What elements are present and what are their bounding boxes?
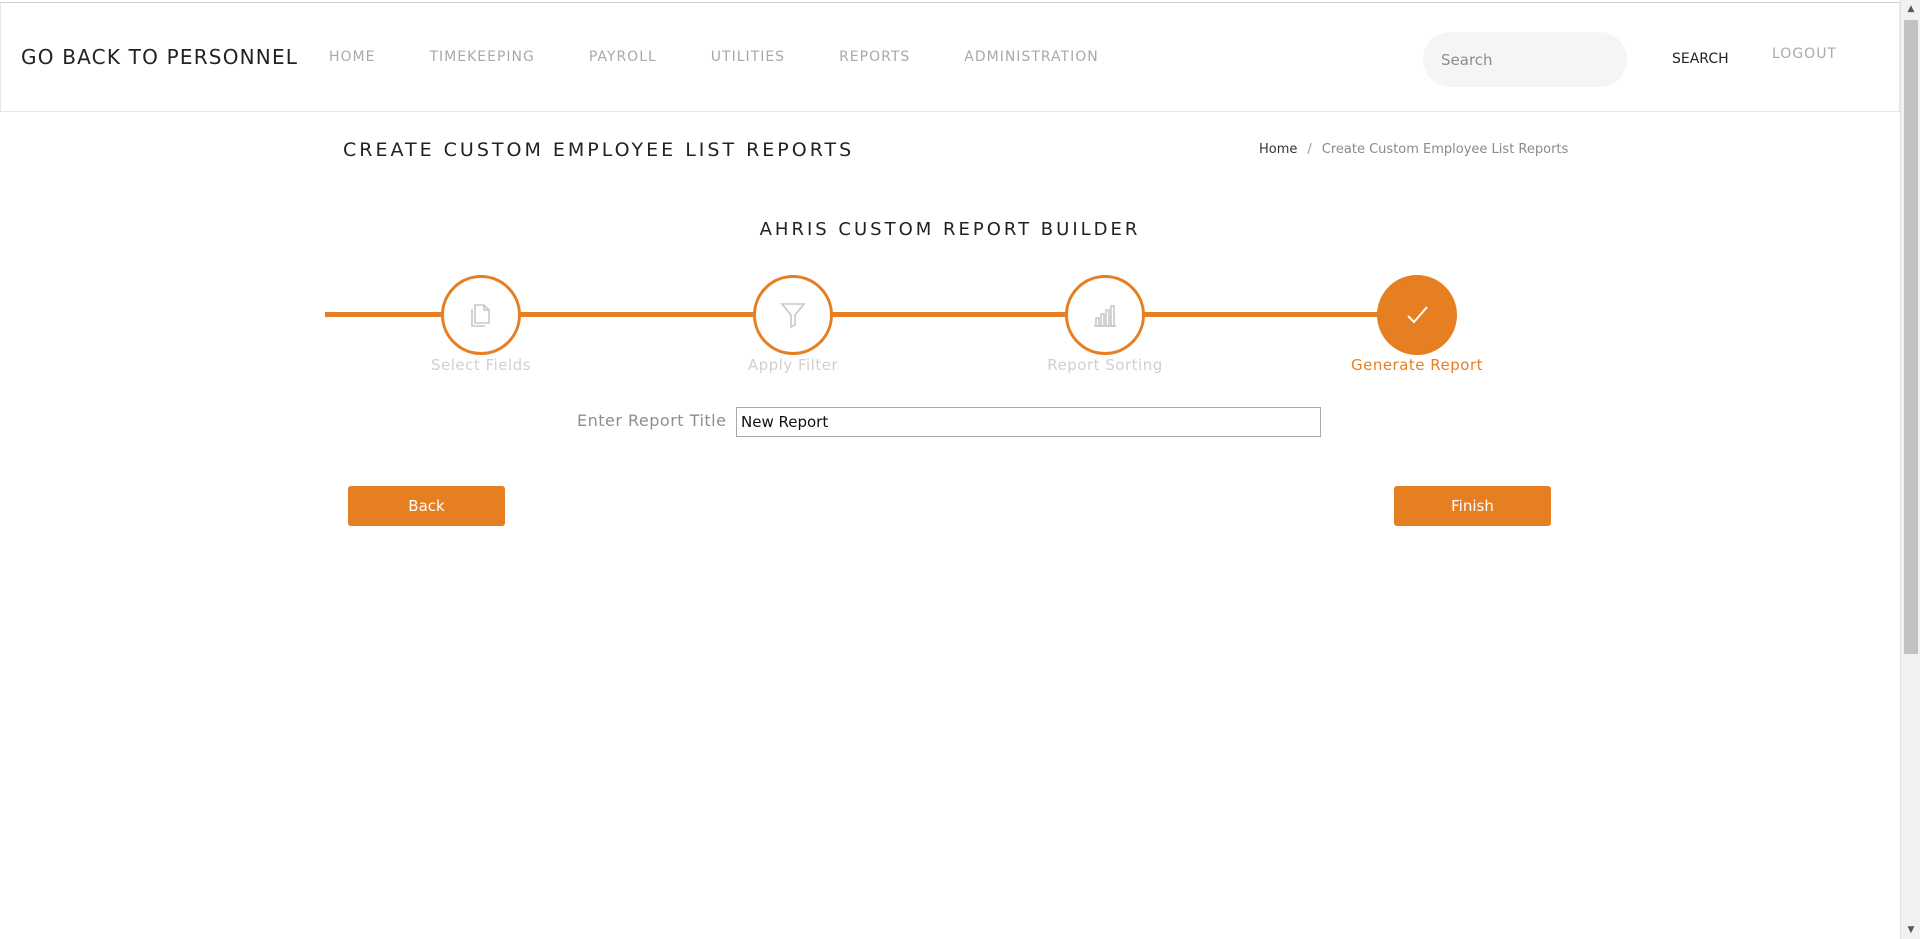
step-label-report-sorting[interactable]: Report Sorting — [1005, 356, 1205, 374]
nav-payroll[interactable]: PAYROLL — [589, 49, 657, 65]
nav-home[interactable]: HOME — [329, 49, 375, 65]
report-builder-title: AHRIS CUSTOM REPORT BUILDER — [759, 219, 1141, 240]
logout-link[interactable]: LOGOUT — [1772, 46, 1837, 62]
page-title: CREATE CUSTOM EMPLOYEE LIST REPORTS — [343, 139, 855, 161]
step-apply-filter[interactable] — [753, 275, 833, 355]
step-label-select-fields[interactable]: Select Fields — [381, 356, 581, 374]
copy-document-icon — [466, 300, 496, 330]
back-button[interactable]: Back — [348, 486, 505, 526]
breadcrumb-current: Create Custom Employee List Reports — [1321, 142, 1569, 157]
checkmark-icon — [1402, 300, 1432, 330]
step-generate-report[interactable] — [1377, 275, 1457, 355]
go-back-to-personnel-link[interactable]: GO BACK TO PERSONNEL — [21, 45, 298, 69]
breadcrumb: Home / Create Custom Employee List Repor… — [1259, 142, 1568, 157]
nav-timekeeping[interactable]: TIMEKEEPING — [429, 49, 534, 65]
nav-utilities[interactable]: UTILITIES — [711, 49, 785, 65]
main-nav: HOME TIMEKEEPING PAYROLL UTILITIES REPOR… — [329, 49, 1099, 65]
report-title-input[interactable] — [736, 407, 1321, 437]
step-select-fields[interactable] — [441, 275, 521, 355]
search-input[interactable] — [1423, 32, 1627, 87]
scroll-up-arrow-icon[interactable]: ▲ — [1901, 0, 1920, 18]
step-report-sorting[interactable] — [1065, 275, 1145, 355]
vertical-scrollbar[interactable]: ▲ ▼ — [1900, 0, 1920, 939]
scroll-down-arrow-icon[interactable]: ▼ — [1901, 921, 1920, 939]
step-label-apply-filter[interactable]: Apply Filter — [693, 356, 893, 374]
bar-chart-icon — [1091, 301, 1119, 329]
nav-reports[interactable]: REPORTS — [839, 49, 910, 65]
report-title-label: Enter Report Title — [577, 411, 727, 430]
breadcrumb-separator: / — [1307, 142, 1312, 157]
breadcrumb-home-link[interactable]: Home — [1259, 142, 1297, 157]
scrollbar-thumb[interactable] — [1904, 20, 1918, 654]
step-label-generate-report[interactable]: Generate Report — [1317, 356, 1517, 374]
search-button[interactable]: SEARCH — [1672, 51, 1729, 67]
top-navigation-bar: GO BACK TO PERSONNEL HOME TIMEKEEPING PA… — [0, 2, 1900, 112]
finish-button[interactable]: Finish — [1394, 486, 1551, 526]
nav-administration[interactable]: ADMINISTRATION — [964, 49, 1098, 65]
filter-funnel-icon — [779, 300, 807, 330]
